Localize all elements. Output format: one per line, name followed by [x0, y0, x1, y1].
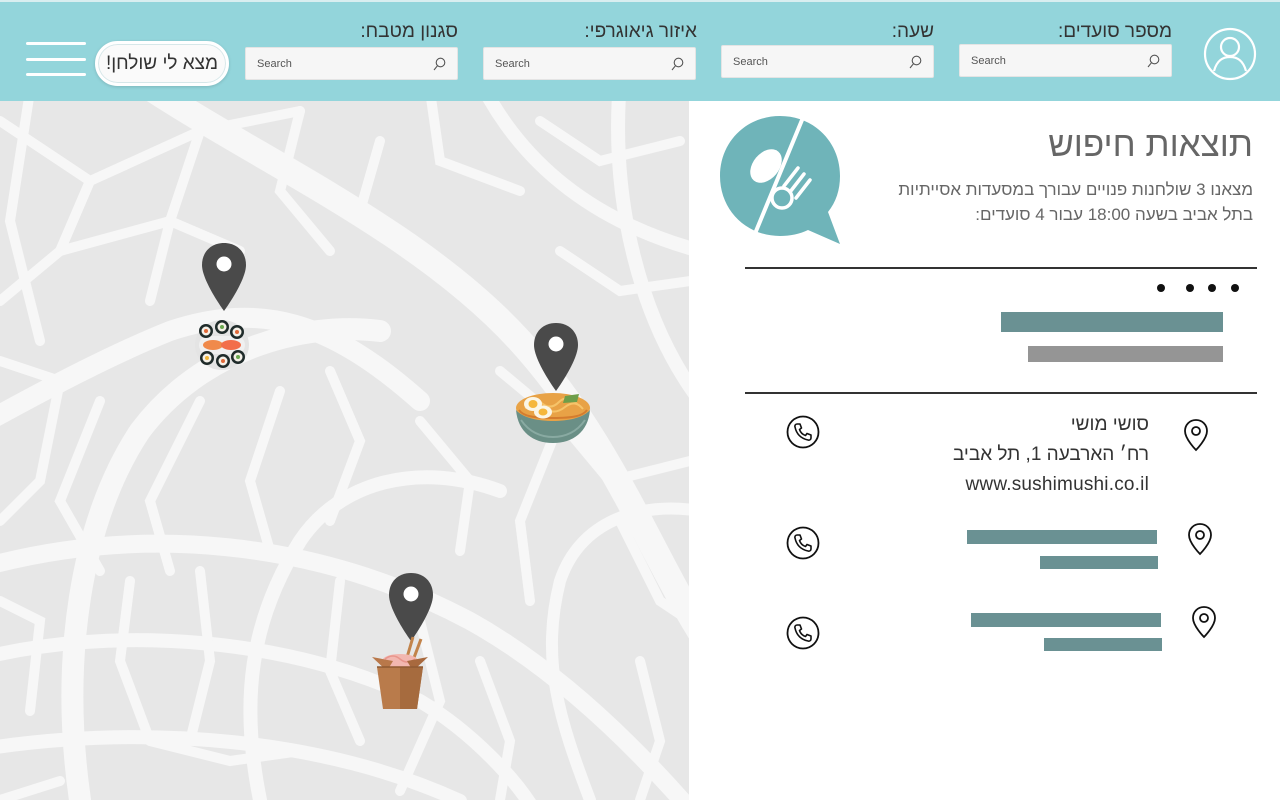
diners-search-input[interactable]	[960, 45, 1171, 76]
map-pin-icon[interactable]	[387, 571, 435, 643]
top-bar: מספר סועדים: שעה: איזור גיאוגרפי: סגנון …	[0, 0, 1280, 101]
search-icon[interactable]	[909, 55, 922, 69]
divider	[745, 267, 1257, 269]
diners-search-box	[959, 44, 1172, 77]
location-pin-icon	[1192, 606, 1216, 639]
find-table-button[interactable]: מצא לי שולחן!	[95, 41, 229, 86]
placeholder-bar	[967, 530, 1157, 544]
time-label: שעה:	[891, 21, 934, 42]
pagination-dot[interactable]	[1157, 284, 1165, 292]
results-description: מצאנו 3 שולחנות פנויים עבורך במסעדות אסי…	[898, 180, 1253, 224]
map-pin-icon[interactable]	[200, 241, 248, 313]
phone-icon[interactable]	[786, 415, 820, 449]
placeholder-bar	[971, 613, 1161, 627]
noodle-box-icon[interactable]	[367, 635, 433, 713]
fork-and-spoon-chat-icon	[720, 116, 840, 244]
divider	[745, 392, 1257, 394]
search-icon[interactable]	[433, 57, 446, 71]
hamburger-menu-icon[interactable]	[26, 42, 86, 78]
restaurant-website-link[interactable]: www.sushimushi.co.il	[966, 474, 1150, 496]
user-icon[interactable]	[1203, 27, 1257, 81]
location-pin-icon	[1184, 419, 1208, 452]
cuisine-label: סגנון מטבח:	[360, 21, 458, 42]
restaurant-name[interactable]: סושי מושי	[1071, 414, 1149, 436]
location-pin-icon	[1188, 523, 1212, 556]
placeholder-bar	[1028, 346, 1223, 362]
page-title: תוצאות חיפוש	[1048, 125, 1253, 164]
area-label: איזור גיאוגרפי:	[584, 21, 697, 42]
time-search-box	[721, 45, 934, 78]
search-icon[interactable]	[1147, 54, 1160, 68]
sushi-icon[interactable]	[193, 316, 251, 372]
phone-icon[interactable]	[786, 616, 820, 650]
pagination-dot[interactable]	[1186, 284, 1194, 292]
placeholder-bar	[1040, 556, 1158, 569]
diners-label: מספר סועדים:	[1057, 21, 1172, 42]
phone-icon[interactable]	[786, 526, 820, 560]
map-pin-icon[interactable]	[532, 321, 580, 393]
search-icon[interactable]	[671, 57, 684, 71]
pagination-dots[interactable]	[1151, 282, 1243, 294]
street-map	[0, 101, 689, 800]
placeholder-bar	[1001, 312, 1223, 332]
area-search-box	[483, 47, 696, 80]
area-search-input[interactable]	[484, 48, 695, 79]
cuisine-search-input[interactable]	[246, 48, 457, 79]
time-search-input[interactable]	[722, 46, 933, 77]
pagination-dot[interactable]	[1231, 284, 1239, 292]
cuisine-search-box	[245, 47, 458, 80]
map[interactable]	[0, 101, 689, 800]
placeholder-bar	[1044, 638, 1162, 651]
restaurant-address: רח׳ הארבעה 1, תל אביב	[952, 444, 1149, 465]
ramen-bowl-icon[interactable]	[513, 388, 593, 446]
pagination-dot[interactable]	[1208, 284, 1216, 292]
